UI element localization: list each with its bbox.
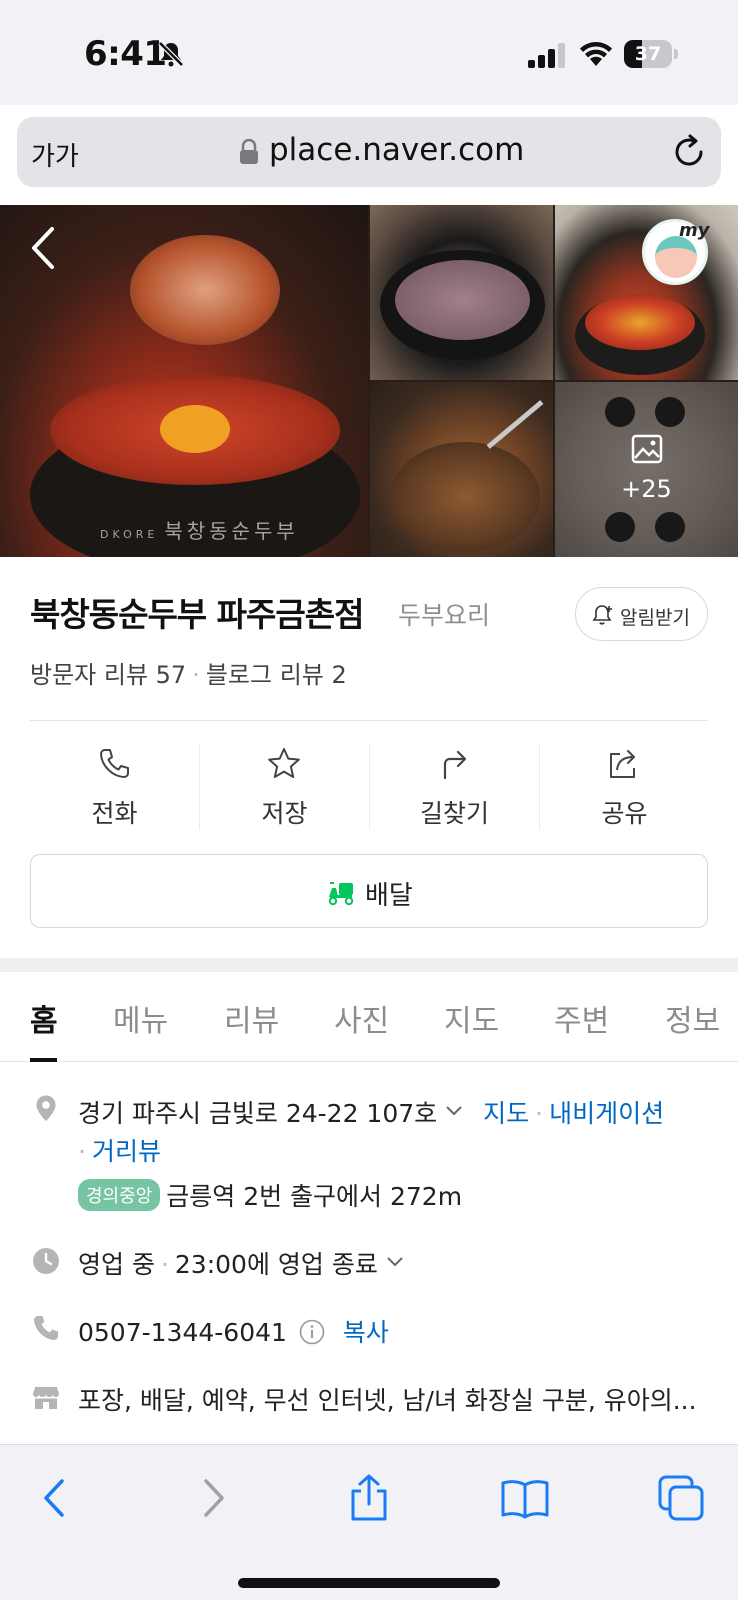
- more-photos-overlay[interactable]: +25: [555, 382, 738, 557]
- share-label: 공유: [601, 799, 648, 828]
- divider: [30, 720, 708, 721]
- battery-level: 37: [634, 43, 662, 65]
- delivery-scooter-icon: [328, 882, 354, 906]
- wifi-icon: [580, 42, 612, 66]
- separator-dot: ·: [160, 1250, 169, 1279]
- store-icon: [33, 1387, 59, 1409]
- more-photos-count: +25: [621, 475, 672, 503]
- reload-icon[interactable]: [671, 134, 707, 170]
- tab-map[interactable]: 지도: [444, 996, 499, 1040]
- chevron-down-icon[interactable]: [445, 1102, 463, 1120]
- back-icon[interactable]: [30, 1473, 80, 1523]
- business-status: 영업 중: [78, 1250, 155, 1279]
- tab-info[interactable]: 정보: [665, 996, 720, 1040]
- photo-thumbnail[interactable]: [370, 205, 553, 380]
- forward-icon[interactable]: [188, 1473, 238, 1523]
- status-bar: 6:41 37: [0, 0, 738, 105]
- street-view-link[interactable]: 거리뷰: [92, 1137, 161, 1166]
- phone-icon: [34, 1316, 58, 1340]
- photo-thumbnail[interactable]: [370, 382, 553, 557]
- visitor-reviews-link[interactable]: 방문자 리뷰 57: [30, 661, 186, 689]
- blog-reviews-link[interactable]: 블로그 리뷰 2: [206, 661, 347, 689]
- share-button[interactable]: 공유: [540, 742, 709, 832]
- status-time: 6:41: [84, 34, 167, 74]
- action-bar: 전화 저장 길찾기 공유: [30, 742, 708, 832]
- main-photo[interactable]: DKORE 북창동순두부: [0, 205, 368, 557]
- battery-icon: 37: [624, 40, 678, 68]
- pot-brand-text: DKORE: [100, 528, 159, 541]
- home-indicator: [238, 1578, 500, 1588]
- business-hours-row[interactable]: 영업 중 · 23:00에 영업 종료: [78, 1245, 404, 1281]
- pot-engraving-text: 북창동순두부: [164, 519, 299, 543]
- directions-button[interactable]: 길찾기: [370, 742, 539, 832]
- amenities-row[interactable]: 포장, 배달, 예약, 무선 인터넷, 남/녀 화장실 구분, 유아의...: [78, 1381, 706, 1417]
- browser-toolbar: [0, 1444, 738, 1600]
- review-summary: 방문자 리뷰 57 · 블로그 리뷰 2: [30, 655, 347, 690]
- address-text: 경기 파주시 금빛로 24-22 107호: [78, 1099, 438, 1128]
- street-view-row: · 거리뷰: [78, 1132, 161, 1168]
- address-bar[interactable]: 가가 place.naver.com: [17, 117, 721, 187]
- delivery-button[interactable]: 배달: [30, 854, 708, 928]
- notify-button[interactable]: 알림받기: [575, 587, 708, 641]
- phone-icon: [100, 749, 129, 778]
- navigation-link[interactable]: 내비게이션: [549, 1099, 664, 1128]
- tabs-icon[interactable]: [656, 1473, 706, 1523]
- my-badge-label: my: [679, 220, 710, 241]
- map-link[interactable]: 지도: [483, 1099, 529, 1128]
- photo-thumbnail[interactable]: my: [555, 205, 738, 380]
- tab-review[interactable]: 리뷰: [224, 996, 279, 1040]
- subway-line-badge: 경의중앙: [78, 1179, 161, 1211]
- section-separator: [0, 958, 738, 972]
- directions-label: 길찾기: [419, 799, 489, 828]
- delivery-label: 배달: [365, 881, 413, 911]
- back-arrow-icon[interactable]: [26, 225, 62, 271]
- subway-row: 경의중앙 금릉역 2번 출구에서 272m: [78, 1177, 462, 1213]
- save-label: 저장: [261, 799, 308, 828]
- subway-directions: 금릉역 2번 출구에서 272m: [166, 1182, 463, 1211]
- phone-row: 0507-1344-6041 복사: [78, 1313, 389, 1349]
- my-profile-avatar[interactable]: my: [642, 219, 710, 285]
- image-icon: [631, 434, 663, 464]
- silent-bell-icon: [158, 41, 184, 67]
- separator-dot: ·: [192, 661, 200, 689]
- share-icon: [610, 750, 635, 778]
- tab-home[interactable]: 홈: [30, 996, 58, 1040]
- notify-label: 알림받기: [620, 607, 690, 629]
- clock-icon: [33, 1248, 59, 1274]
- place-category: 두부요리: [398, 601, 491, 630]
- chevron-down-icon[interactable]: [386, 1253, 404, 1271]
- text-size-button[interactable]: 가가: [31, 136, 79, 173]
- bookmarks-icon[interactable]: [500, 1473, 550, 1523]
- bell-plus-icon: [592, 605, 612, 625]
- call-button[interactable]: 전화: [30, 742, 199, 832]
- star-icon: [268, 748, 300, 778]
- tab-photo[interactable]: 사진: [334, 996, 389, 1040]
- place-header: 북창동순두부 파주금촌점 두부요리: [30, 588, 490, 636]
- tab-nearby[interactable]: 주변: [554, 996, 609, 1040]
- place-name: 북창동순두부 파주금촌점: [30, 595, 364, 634]
- tab-bar: 홈 메뉴 리뷰 사진 지도 주변 정보: [0, 972, 738, 1062]
- business-hours: 23:00에 영업 종료: [174, 1250, 378, 1279]
- tab-menu[interactable]: 메뉴: [113, 996, 168, 1040]
- location-pin-icon: [36, 1095, 56, 1121]
- active-tab-indicator: [30, 1058, 57, 1062]
- call-label: 전화: [91, 799, 138, 828]
- photo-gallery[interactable]: DKORE 북창동순두부 my +25: [0, 205, 738, 557]
- info-circle-icon[interactable]: [299, 1319, 325, 1345]
- copy-link[interactable]: 복사: [343, 1318, 389, 1347]
- separator-dot: ·: [535, 1099, 544, 1128]
- save-button[interactable]: 저장: [200, 742, 369, 832]
- cellular-signal-icon: [528, 43, 565, 68]
- phone-number[interactable]: 0507-1344-6041: [78, 1318, 287, 1347]
- url-text[interactable]: place.naver.com: [269, 132, 524, 168]
- directions-icon: [443, 750, 467, 780]
- lock-icon: [240, 139, 258, 164]
- share-icon[interactable]: [344, 1473, 394, 1523]
- address-row: 경기 파주시 금빛로 24-22 107호 지도 · 내비게이션: [78, 1094, 664, 1130]
- separator-dot: ·: [78, 1137, 86, 1166]
